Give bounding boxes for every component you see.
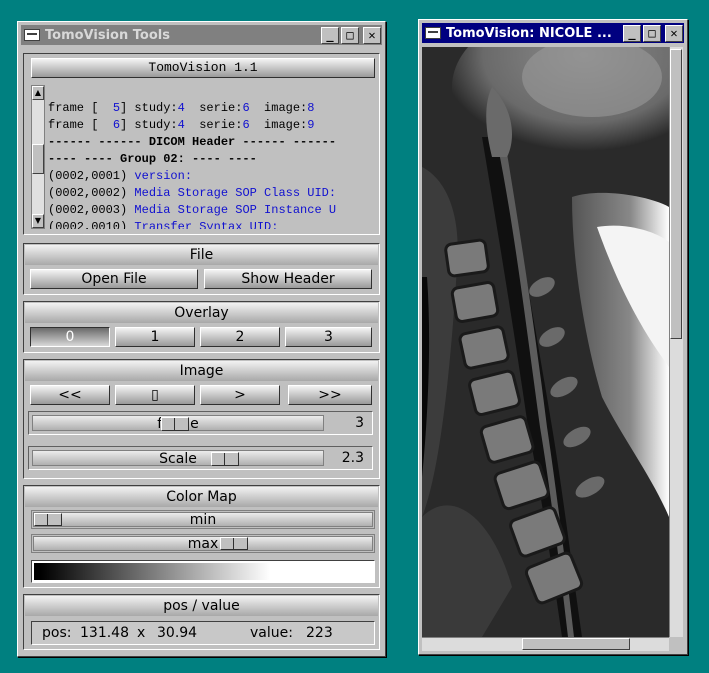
mri-sagittal-cervical-spine-image: [422, 47, 669, 637]
dicom-header-line: ------ ------ DICOM Header ------ ------: [48, 135, 337, 149]
last-frame-button[interactable]: >>: [288, 385, 372, 405]
maximize-button[interactable]: □: [643, 24, 661, 42]
colormap-gradient: [31, 560, 375, 583]
viewer-vertical-scrollbar[interactable]: [669, 47, 683, 637]
version-label-button[interactable]: TomoVision 1.1: [31, 58, 375, 78]
minimize-button[interactable]: _: [623, 24, 641, 42]
max-slider-label: max: [187, 536, 219, 552]
minimize-button[interactable]: _: [321, 26, 339, 44]
frame-slider-thumb[interactable]: [161, 417, 189, 431]
tools-window: TomoVision Tools _ □ ✕ TomoVision 1.1 ▲ …: [17, 21, 386, 657]
window-menu-icon[interactable]: [425, 27, 441, 39]
viewer-window-title: TomoVision: NICOLE ...: [446, 25, 612, 41]
close-button[interactable]: ✕: [363, 26, 381, 44]
scale-slider-track[interactable]: Scale: [32, 450, 324, 467]
show-header-button[interactable]: Show Header: [204, 269, 372, 289]
scale-slider[interactable]: Scale 2.3: [28, 446, 373, 470]
posvalue-readout: pos: 131.48 x 30.94 value: 223: [31, 621, 375, 645]
file-section: File Open File Show Header: [23, 243, 380, 295]
scale-slider-label: Scale: [159, 451, 197, 467]
maximize-button[interactable]: □: [341, 26, 359, 44]
overlay-section-title: Overlay: [25, 303, 378, 323]
frame-line-1: frame [ 5] study:4 serie:6 image:8: [48, 101, 315, 115]
group-line: ---- ---- Group 02: ---- ----: [48, 152, 257, 166]
dicom-info-panel: TomoVision 1.1 ▲ ▼ frame [ 5] study:4 se…: [23, 53, 380, 235]
posvalue-section-title: pos / value: [25, 596, 378, 616]
frame-slider[interactable]: frame 3: [28, 411, 373, 435]
scroll-thumb[interactable]: [32, 144, 44, 174]
next-frame-button[interactable]: >: [200, 385, 280, 405]
viewer-horizontal-scrollbar[interactable]: [422, 637, 669, 651]
min-slider-track[interactable]: min: [33, 512, 373, 527]
pixel-value: 223: [306, 625, 333, 641]
min-slider-label: min: [189, 512, 217, 528]
min-slider-thumb[interactable]: [34, 513, 62, 526]
tag-line: (0002,0002) Media Storage SOP Class UID:: [48, 186, 337, 200]
scale-value: 2.3: [341, 450, 364, 466]
colormap-section-title: Color Map: [25, 487, 378, 507]
max-slider[interactable]: max: [31, 534, 375, 553]
max-slider-thumb[interactable]: [220, 537, 248, 550]
overlay-section: Overlay 0 1 2 3: [23, 301, 380, 353]
scroll-down-icon[interactable]: ▼: [32, 214, 44, 228]
overlay-2-button[interactable]: 2: [200, 327, 280, 347]
frame-line-2: frame [ 6] study:4 serie:6 image:9: [48, 118, 315, 132]
frame-value: 3: [355, 415, 364, 431]
mri-image-view[interactable]: [422, 47, 669, 637]
overlay-1-button[interactable]: 1: [115, 327, 195, 347]
viewer-titlebar[interactable]: TomoVision: NICOLE ... _ □ ✕: [422, 23, 684, 43]
tools-window-title: TomoVision Tools: [45, 27, 170, 43]
scale-slider-thumb[interactable]: [211, 452, 239, 466]
header-scrollbar[interactable]: ▲ ▼: [31, 85, 45, 229]
pos-separator: x: [137, 625, 146, 641]
first-frame-button[interactable]: <<: [30, 385, 110, 405]
tools-titlebar[interactable]: TomoVision Tools _ □ ✕: [21, 25, 382, 45]
image-section-title: Image: [25, 361, 378, 381]
pos-label: pos:: [42, 625, 72, 641]
value-label: value:: [250, 625, 293, 641]
image-section: Image << ▯ > >> frame 3 Scale 2.3: [23, 359, 380, 479]
tag-line: (0002,0001) version:: [48, 169, 193, 183]
viewer-vertical-scroll-thumb[interactable]: [670, 49, 682, 339]
posvalue-section: pos / value pos: 131.48 x 30.94 value: 2…: [23, 594, 380, 650]
overlay-3-button[interactable]: 3: [285, 327, 372, 347]
pos-y: 30.94: [157, 625, 198, 641]
tag-line: (0002,0003) Media Storage SOP Instance U: [48, 203, 337, 217]
file-section-title: File: [25, 245, 378, 265]
min-slider[interactable]: min: [31, 510, 375, 529]
max-slider-track[interactable]: max: [33, 536, 373, 551]
frame-slider-track[interactable]: frame: [32, 415, 324, 432]
window-menu-icon[interactable]: [24, 29, 40, 41]
colormap-section: Color Map min max: [23, 485, 380, 588]
scroll-up-icon[interactable]: ▲: [32, 86, 44, 100]
header-text: frame [ 5] study:4 serie:6 image:8 frame …: [48, 83, 375, 229]
viewer-horizontal-scroll-thumb[interactable]: [522, 638, 630, 650]
close-button[interactable]: ✕: [665, 24, 683, 42]
stop-button[interactable]: ▯: [115, 385, 195, 405]
overlay-0-button[interactable]: 0: [30, 327, 110, 347]
header-text-view: ▲ ▼ frame [ 5] study:4 serie:6 image:8 fr…: [28, 83, 377, 231]
tag-line: (0002,0010) Transfer Syntax UID:: [48, 220, 279, 229]
pos-x: 131.48: [80, 625, 129, 641]
viewer-window: TomoVision: NICOLE ... _ □ ✕: [418, 19, 688, 655]
open-file-button[interactable]: Open File: [30, 269, 198, 289]
